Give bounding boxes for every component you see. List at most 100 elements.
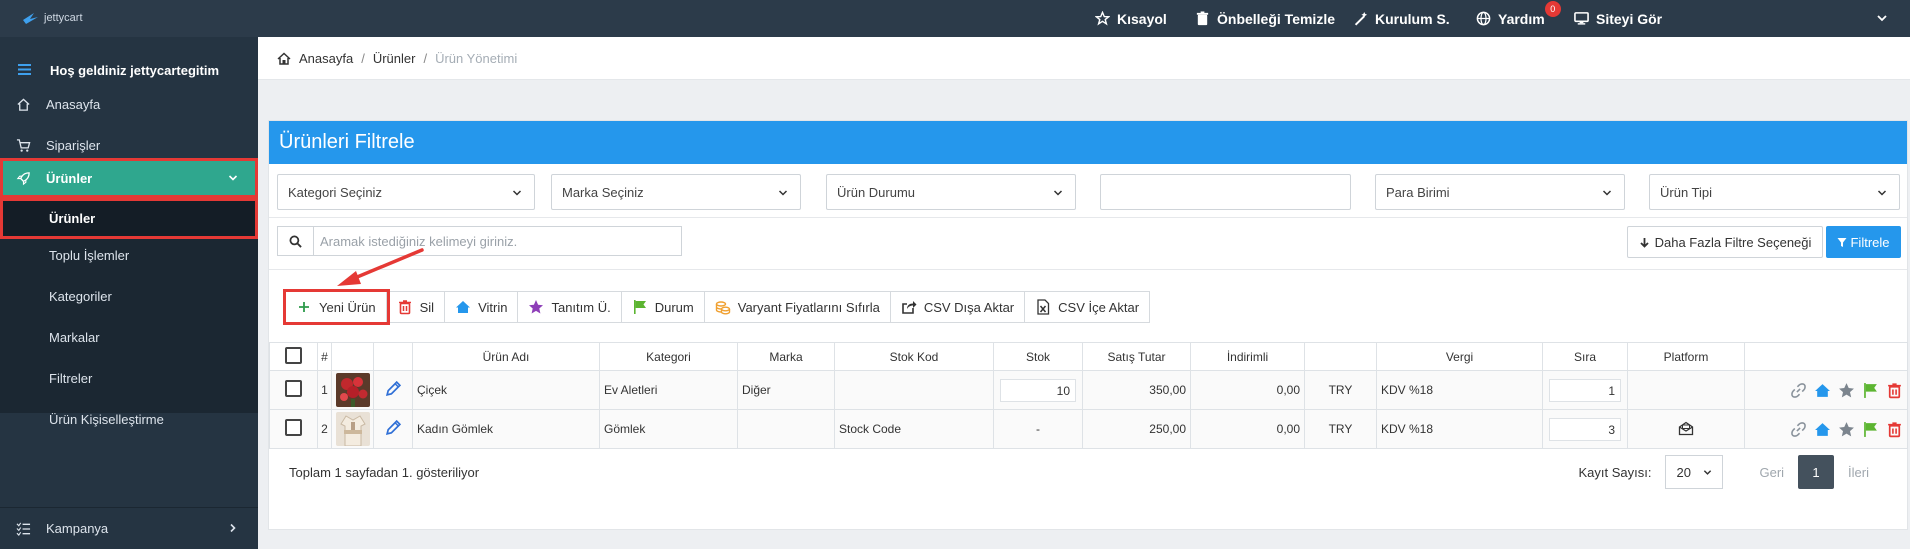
flag-icon[interactable]: [1862, 382, 1879, 399]
select-all-cell: [269, 342, 318, 371]
order-input[interactable]: 1: [1549, 378, 1621, 402]
sidebar-item-label: Ürünler: [46, 170, 93, 186]
row-checkbox[interactable]: [285, 380, 302, 397]
filter-button[interactable]: Filtrele: [1826, 226, 1901, 258]
topbar-shortcut[interactable]: Kısayol: [1095, 0, 1167, 37]
page-size-label: Kayıt Sayısı:: [1578, 464, 1652, 480]
product-thumbnail[interactable]: [335, 412, 370, 446]
product-type-select[interactable]: Ürün Tipi: [1649, 174, 1900, 210]
sidebar-item-campaign[interactable]: Kampanya: [0, 507, 258, 548]
delete-button[interactable]: Sil: [386, 292, 446, 322]
product-status-select[interactable]: Ürün Durumu: [826, 174, 1076, 210]
trash-icon: [1196, 11, 1209, 26]
star-icon[interactable]: [1838, 421, 1855, 438]
page-size-select[interactable]: 20: [1665, 455, 1724, 489]
showcase-button[interactable]: Vitrin: [445, 292, 519, 322]
trash-icon[interactable]: [1886, 421, 1903, 438]
product-stock-code: [834, 370, 994, 410]
breadcrumb-home[interactable]: Anasayfa: [299, 51, 353, 66]
plus-icon: [299, 302, 309, 312]
column-header[interactable]: Ürün Adı: [412, 342, 600, 371]
sidebar-item-label: Siparişler: [46, 138, 101, 153]
order-input[interactable]: 3: [1549, 417, 1621, 441]
submenu-item-products[interactable]: Ürünler: [0, 198, 258, 239]
topbar-setup[interactable]: Kurulum S.: [1353, 0, 1450, 37]
column-header-actions: [1744, 342, 1908, 371]
topbar-view-site[interactable]: Siteyi Gör: [1574, 0, 1662, 37]
image-cell: [331, 409, 374, 449]
submenu-item-personalization[interactable]: Ürün Kişiselleştirme: [0, 399, 258, 440]
toolbar-button-label: CSV İçe Aktar: [1058, 299, 1140, 315]
flag-icon[interactable]: [1862, 421, 1879, 438]
sidebar-item-home[interactable]: Anasayfa: [0, 84, 258, 125]
reset-variant-prices-button[interactable]: Varyant Fiyatlarını Sıfırla: [704, 292, 891, 322]
sidebar: Hoş geldiniz jettycartegitim Anasayfa Si…: [0, 37, 258, 549]
stock-input[interactable]: 10: [1000, 378, 1076, 402]
column-header[interactable]: Sıra: [1542, 342, 1628, 371]
topbar-clear-cache[interactable]: Önbelleği Temizle: [1195, 0, 1335, 37]
chevron-down-icon: [1602, 190, 1612, 196]
annotation-arrow: [337, 248, 424, 286]
filter-text-input[interactable]: [1100, 174, 1351, 210]
select-all-checkbox[interactable]: [285, 346, 302, 364]
column-header[interactable]: Stok: [993, 342, 1083, 371]
csv-import-button[interactable]: CSV İçe Aktar: [1025, 292, 1150, 322]
column-header-edit: [373, 342, 413, 371]
table-row: 1 Çiçek Ev Aletleri Diğer 10 350,00 0,00…: [269, 370, 1908, 410]
topbar-help[interactable]: Yardım 0: [1476, 0, 1561, 37]
page-1-button[interactable]: 1: [1798, 455, 1835, 489]
chevron-down-icon: [1703, 469, 1712, 475]
pencil-icon[interactable]: [385, 380, 402, 397]
products-table-wrapper: # Ürün Adı Kategori Marka Stok Kod Stok …: [269, 342, 1908, 449]
category-select[interactable]: Kategori Seçiniz: [277, 174, 535, 210]
pencil-icon[interactable]: [385, 419, 402, 436]
prev-page-button[interactable]: Geri: [1759, 465, 1784, 480]
breadcrumb-current: Ürün Yönetimi: [435, 50, 518, 66]
column-header[interactable]: İndirimli: [1190, 342, 1305, 371]
column-header[interactable]: Platform: [1627, 342, 1745, 371]
sidebar-item-products[interactable]: Ürünler: [0, 158, 258, 198]
status-button[interactable]: Durum: [621, 292, 705, 322]
showcase-home-icon[interactable]: [1814, 382, 1831, 399]
select-value: Kategori Seçiniz: [288, 184, 382, 200]
column-header[interactable]: Satış Tutar: [1082, 342, 1191, 371]
link-icon[interactable]: [1790, 421, 1807, 438]
column-header[interactable]: Stok Kod: [834, 342, 994, 371]
brand-select[interactable]: Marka Seçiniz: [551, 174, 801, 210]
trash-icon[interactable]: [1886, 382, 1903, 399]
select-value: Ürün Tipi: [1660, 184, 1713, 200]
topbar-help-label: Yardım: [1498, 10, 1545, 27]
csv-export-button[interactable]: CSV Dışa Aktar: [890, 292, 1026, 322]
submenu-item-filters[interactable]: Filtreler: [0, 358, 258, 399]
flag-icon: [633, 300, 646, 314]
submenu-item-categories[interactable]: Kategoriler: [0, 276, 258, 317]
chevron-down-icon[interactable]: [1876, 12, 1888, 24]
row-number: 2: [317, 409, 332, 449]
next-page-button[interactable]: İleri: [1848, 465, 1869, 480]
row-actions: [1744, 409, 1908, 449]
currency-select[interactable]: Para Birimi: [1375, 174, 1625, 210]
column-header[interactable]: Marka: [737, 342, 835, 371]
app-logo[interactable]: jettycart: [22, 11, 83, 25]
row-checkbox[interactable]: [285, 419, 302, 436]
submenu-item-brands[interactable]: Markalar: [0, 317, 258, 358]
row-select-cell: [269, 370, 318, 410]
column-header[interactable]: Kategori: [599, 342, 738, 371]
search-icon-wrapper: [278, 227, 314, 255]
new-product-button[interactable]: Yeni Ürün: [283, 289, 390, 325]
hamburger-icon[interactable]: [18, 64, 31, 75]
submenu-item-bulk-operations[interactable]: Toplu İşlemler: [0, 235, 258, 276]
promotion-button[interactable]: Tanıtım Ü.: [518, 292, 622, 322]
product-thumbnail[interactable]: [335, 373, 370, 407]
chevron-down-icon: [512, 190, 522, 196]
product-category: Gömlek: [599, 409, 738, 449]
star-icon[interactable]: [1838, 382, 1855, 399]
column-header[interactable]: Vergi: [1376, 342, 1543, 371]
product-price: 350,00: [1082, 370, 1191, 410]
sidebar-welcome: Hoş geldiniz jettycartegitim: [0, 55, 258, 85]
showcase-home-icon[interactable]: [1814, 421, 1831, 438]
breadcrumb-products[interactable]: Ürünler: [373, 51, 416, 66]
link-icon[interactable]: [1790, 382, 1807, 399]
welcome-text: Hoş geldiniz jettycartegitim: [50, 62, 220, 78]
more-filters-button[interactable]: Daha Fazla Filtre Seçeneği: [1627, 226, 1823, 258]
